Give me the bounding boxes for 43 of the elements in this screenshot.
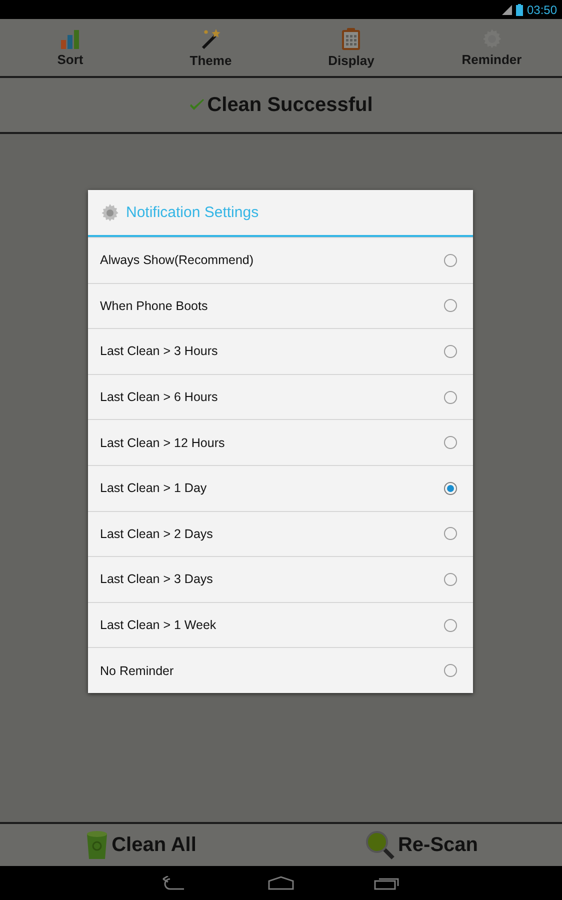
option-label: Last Clean > 12 Hours [100, 436, 225, 450]
radio-button[interactable] [444, 299, 457, 312]
settings-icon [100, 202, 120, 222]
radio-button[interactable] [444, 436, 457, 450]
option-row[interactable]: Last Clean > 3 Days [88, 556, 473, 602]
radio-button[interactable] [444, 572, 457, 586]
option-label: Last Clean > 3 Days [100, 572, 213, 586]
radio-button[interactable] [444, 390, 457, 404]
option-label: Last Clean > 3 Hours [100, 344, 218, 358]
trash-bin-icon [84, 830, 109, 860]
status-message: Clean Successful [207, 94, 373, 116]
bar-chart-icon [59, 28, 82, 50]
check-icon [189, 98, 206, 112]
option-label: Last Clean > 6 Hours [100, 390, 218, 404]
radio-button[interactable] [444, 254, 457, 267]
option-row[interactable]: Last Clean > 12 Hours [88, 419, 473, 465]
clipboard-icon [341, 27, 362, 51]
option-row[interactable]: Last Clean > 2 Days [88, 510, 473, 556]
option-row[interactable]: Last Clean > 3 Hours [88, 328, 473, 374]
option-row[interactable]: Last Clean > 1 Week [88, 602, 473, 648]
option-label: No Reminder [100, 664, 174, 678]
option-label: When Phone Boots [100, 298, 208, 313]
option-label: Last Clean > 2 Days [100, 526, 213, 541]
option-row[interactable]: No Reminder [88, 647, 473, 693]
option-label: Always Show(Recommend) [100, 253, 254, 268]
signal-icon [502, 4, 512, 14]
radio-button[interactable] [444, 482, 457, 495]
search-icon [364, 830, 395, 860]
radio-button[interactable] [444, 527, 457, 540]
battery-icon [516, 4, 523, 16]
option-row[interactable]: Last Clean > 6 Hours [88, 374, 473, 420]
home-icon[interactable] [268, 876, 294, 890]
option-row[interactable]: When Phone Boots [88, 282, 473, 328]
option-label: Last Clean > 1 Week [100, 618, 216, 632]
dialog-title: Notification Settings [126, 204, 259, 221]
option-label: Last Clean > 1 Day [100, 481, 207, 496]
recent-apps-icon[interactable] [374, 876, 400, 890]
option-row[interactable]: Always Show(Recommend) [88, 237, 473, 283]
option-row[interactable]: Last Clean > 1 Day [88, 464, 473, 511]
radio-button[interactable] [444, 344, 457, 358]
radio-button[interactable] [444, 618, 457, 632]
radio-button[interactable] [444, 664, 457, 678]
clock-time: 03:50 [526, 2, 557, 16]
